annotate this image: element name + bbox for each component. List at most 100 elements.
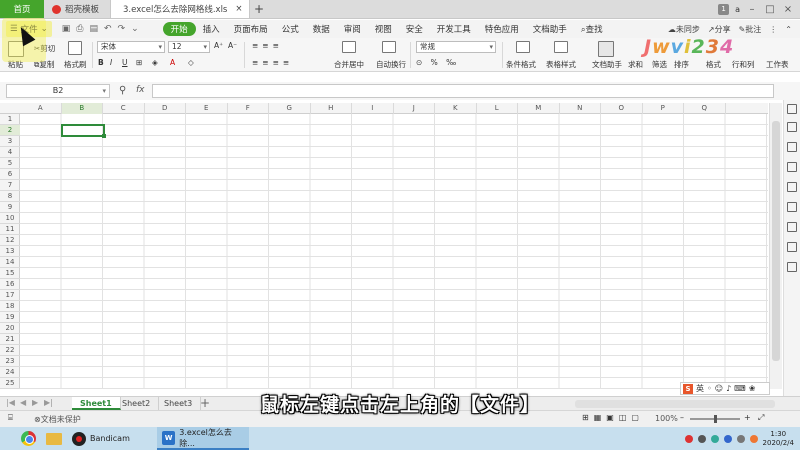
share-panel-icon[interactable] xyxy=(787,242,797,252)
taskbar-wps[interactable]: W 3.excel怎么去除... xyxy=(157,427,249,450)
font-grow-icon[interactable]: A⁺ xyxy=(214,41,223,50)
clear-format-icon[interactable]: ◇ xyxy=(188,58,194,67)
ime-skin-icon[interactable]: ❀ xyxy=(749,384,756,393)
column-header-m[interactable]: M xyxy=(518,103,560,114)
number-format-icons[interactable]: ⊙ % ‰ xyxy=(416,58,459,67)
merge-center-button[interactable]: 合并居中 xyxy=(334,59,364,70)
tab-close-icon[interactable]: × xyxy=(235,4,242,14)
column-header-i[interactable]: I xyxy=(352,103,394,114)
row-header-18[interactable]: 18 xyxy=(0,301,20,312)
tab-template[interactable]: 稻壳模板 xyxy=(44,0,110,18)
menu-tab-developer[interactable]: 开发工具 xyxy=(430,23,478,35)
menu-tab-review[interactable]: 审阅 xyxy=(337,23,368,35)
menu-tab-page-layout[interactable]: 页面布局 xyxy=(227,23,275,35)
menu-tab-data[interactable]: 数据 xyxy=(306,23,337,35)
wrap-text-icon[interactable] xyxy=(382,41,396,53)
zoom-level[interactable]: 100% xyxy=(655,414,678,423)
row-header-9[interactable]: 9 xyxy=(0,202,20,213)
property-icon[interactable] xyxy=(787,182,797,192)
row-header-15[interactable]: 15 xyxy=(0,268,20,279)
column-header-d[interactable]: D xyxy=(145,103,186,114)
column-header-f[interactable]: F xyxy=(228,103,269,114)
conditional-format-button[interactable]: 条件格式 xyxy=(506,59,536,70)
taskbar-bandicam[interactable]: Bandicam xyxy=(67,427,157,450)
cell-area[interactable] xyxy=(20,114,768,389)
vertical-scrollbar[interactable] xyxy=(769,103,782,389)
formula-input[interactable] xyxy=(152,84,774,98)
horizontal-scrollbar[interactable] xyxy=(575,400,775,408)
number-format-select[interactable]: 常规 xyxy=(416,41,496,53)
taskbar-explorer[interactable] xyxy=(41,427,67,450)
merge-center-icon[interactable] xyxy=(342,41,356,53)
borders-icon[interactable]: ⊞ xyxy=(136,58,142,67)
format-painter-button[interactable]: 格式刷 xyxy=(64,59,87,70)
name-box[interactable]: B2 xyxy=(6,84,110,98)
system-clock[interactable]: 1:30 2020/2/4 xyxy=(763,430,794,448)
fill-color-icon[interactable]: ◈ xyxy=(152,58,158,67)
sum-button[interactable]: 求和 xyxy=(628,59,643,70)
ime-emoji-icon[interactable]: ☺ xyxy=(715,384,723,393)
sheet-tab-2[interactable]: Sheet2 xyxy=(114,397,160,410)
taskbar-chrome[interactable] xyxy=(16,427,41,450)
help-icon[interactable] xyxy=(787,262,797,272)
dropdown-icon[interactable]: ⌄ xyxy=(131,24,139,34)
sort-button[interactable]: 排序 xyxy=(674,59,689,70)
fullscreen-icon[interactable]: ⤢ xyxy=(758,413,764,423)
ime-tray-icon[interactable] xyxy=(749,434,758,443)
row-header-8[interactable]: 8 xyxy=(0,191,20,202)
bold-button[interactable]: B xyxy=(98,58,104,67)
row-col-button[interactable]: 行和列 xyxy=(732,59,755,70)
row-header-5[interactable]: 5 xyxy=(0,158,20,169)
macro-icon[interactable]: ⌸ xyxy=(8,413,13,423)
comment-button[interactable]: ✎批注 xyxy=(739,24,762,35)
select-icon[interactable] xyxy=(787,104,797,114)
underline-button[interactable]: U xyxy=(122,58,128,67)
row-header-3[interactable]: 3 xyxy=(0,136,20,147)
analysis-icon[interactable] xyxy=(787,222,797,232)
sogou-ime-icon[interactable]: S xyxy=(683,383,693,394)
ime-lang[interactable]: 英 xyxy=(696,383,704,394)
ime-mic-icon[interactable]: ♪ xyxy=(726,384,731,393)
column-header-c[interactable]: C xyxy=(103,103,145,114)
first-sheet-icon[interactable]: |◀ xyxy=(6,398,15,407)
backup-icon[interactable] xyxy=(787,202,797,212)
ime-keyboard-icon[interactable]: ⌨ xyxy=(734,384,746,393)
add-sheet-button[interactable]: + xyxy=(200,396,210,410)
zoom-in-icon[interactable]: + xyxy=(744,413,751,422)
tab-home[interactable]: 首页 xyxy=(0,0,44,18)
table-style-icon[interactable] xyxy=(554,41,568,53)
sync-button[interactable]: ☁未同步 xyxy=(668,24,700,35)
menu-tab-home[interactable]: 开始 xyxy=(162,22,196,36)
row-header-10[interactable]: 10 xyxy=(0,213,20,224)
menu-tab-formulas[interactable]: 公式 xyxy=(275,23,306,35)
user-avatar[interactable]: a xyxy=(735,5,740,14)
align-bottom-row-icons[interactable]: ≡≡≡≡ xyxy=(252,58,293,67)
column-header-b[interactable]: B xyxy=(61,103,103,114)
shape-icon[interactable] xyxy=(787,122,797,132)
row-header-14[interactable]: 14 xyxy=(0,257,20,268)
view-mode-icons[interactable]: ⊞▦▣◫▢ xyxy=(582,413,644,422)
wechat-tray-icon[interactable] xyxy=(710,434,719,443)
row-header-1[interactable]: 1 xyxy=(0,114,20,125)
column-header-k[interactable]: K xyxy=(435,103,477,114)
column-header-j[interactable]: J xyxy=(394,103,435,114)
font-color-icon[interactable]: A xyxy=(170,58,175,67)
font-size-select[interactable]: 12 xyxy=(168,41,210,53)
prev-sheet-icon[interactable]: ◀ xyxy=(20,398,26,407)
last-sheet-icon[interactable]: ▶| xyxy=(44,398,53,407)
row-header-20[interactable]: 20 xyxy=(0,323,20,334)
minimize-icon[interactable]: – xyxy=(746,4,758,15)
scrollbar-thumb[interactable] xyxy=(772,121,780,361)
filter-button[interactable]: 筛选 xyxy=(652,59,667,70)
doc-helper-button[interactable]: 文档助手 xyxy=(592,59,622,70)
row-header-25[interactable]: 25 xyxy=(0,378,20,389)
column-header-g[interactable]: G xyxy=(269,103,311,114)
tab-document[interactable]: 3.excel怎么去除网格线.xls × xyxy=(110,0,250,18)
more-icon[interactable]: ⋮ xyxy=(769,25,777,34)
row-header-12[interactable]: 12 xyxy=(0,235,20,246)
style-icon[interactable] xyxy=(787,142,797,152)
row-header-21[interactable]: 21 xyxy=(0,334,20,345)
undo-icon[interactable]: ↶ xyxy=(104,24,112,34)
menu-search[interactable]: ⌕查找 xyxy=(574,23,610,35)
save-icon[interactable]: ▣ xyxy=(62,24,71,34)
